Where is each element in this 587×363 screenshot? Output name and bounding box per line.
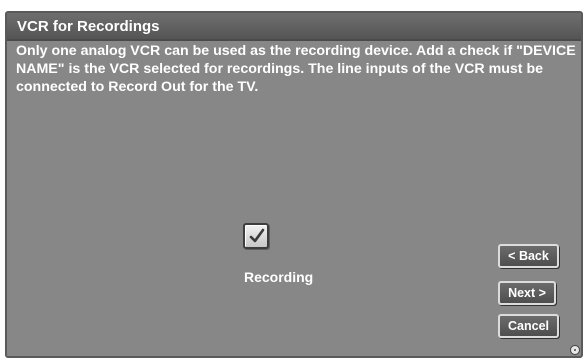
back-button[interactable]: < Back <box>498 244 559 268</box>
title-bar: VCR for Recordings <box>7 13 581 41</box>
vcr-recordings-dialog: VCR for Recordings Only one analog VCR c… <box>5 11 583 358</box>
next-button[interactable]: Next > <box>498 281 556 305</box>
recording-checkbox-label: Recording <box>244 269 314 285</box>
cancel-button[interactable]: Cancel <box>498 314 559 338</box>
recording-checkbox[interactable] <box>243 223 269 249</box>
checkmark-icon <box>249 228 265 243</box>
dialog-title: VCR for Recordings <box>17 18 160 35</box>
info-icon <box>570 345 580 355</box>
instruction-text: Only one analog VCR can be used as the r… <box>16 43 576 95</box>
